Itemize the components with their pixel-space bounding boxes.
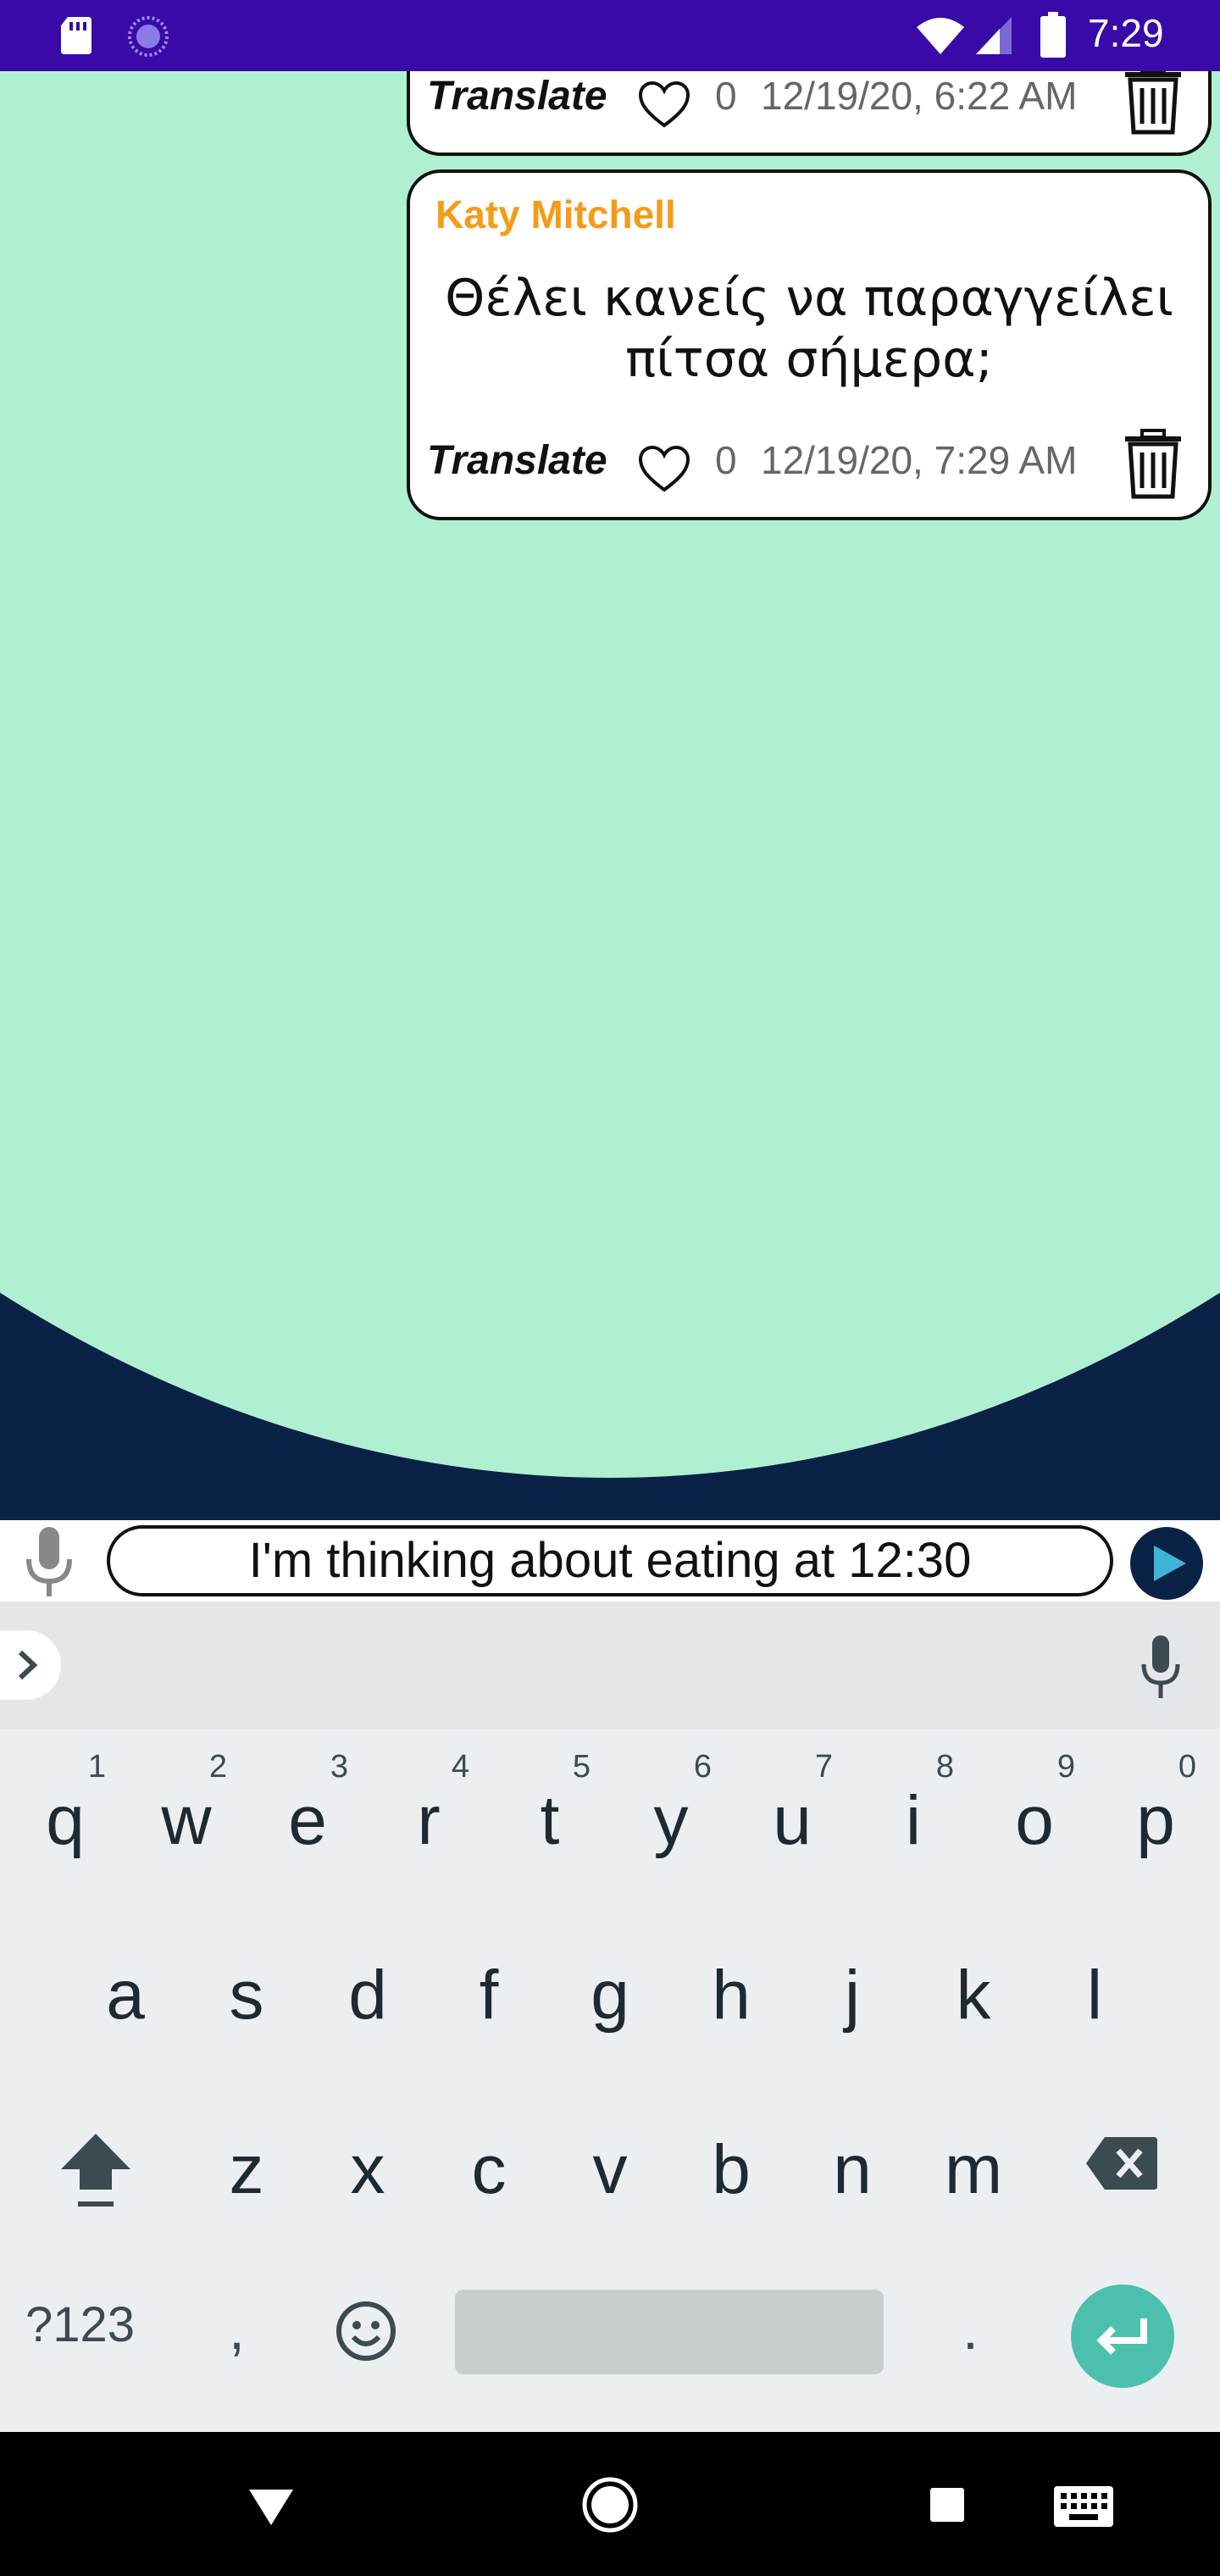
message-text: Θέλει κανείς να παραγγείλει πίτσα σήμερα… [445, 269, 1173, 389]
message-input-bar: I'm thinking about eating at 12:30 [0, 1520, 1220, 1602]
key-q[interactable]: 1q [6, 1740, 125, 1893]
key-e[interactable]: 3e [248, 1740, 367, 1893]
key-i[interactable]: 8i [854, 1740, 973, 1893]
key-l[interactable]: l [1035, 1915, 1154, 2068]
key-z[interactable]: z [187, 2090, 306, 2242]
key-d[interactable]: d [308, 1915, 427, 2068]
send-icon [1154, 1546, 1186, 1581]
recents-icon[interactable] [929, 2486, 966, 2523]
key-y[interactable]: 6y [612, 1740, 730, 1893]
key-a[interactable]: a [66, 1915, 185, 2068]
symbols-key[interactable]: ?123 [25, 2296, 135, 2353]
wifi-icon [917, 18, 964, 54]
chevron-right-icon [18, 1650, 38, 1680]
sender-name: Katy Mitchell [435, 192, 676, 236]
keyboard-switch-icon[interactable] [1052, 2484, 1115, 2529]
back-icon[interactable] [246, 2486, 297, 2529]
sd-card-icon [61, 17, 92, 54]
enter-icon [1096, 2318, 1147, 2355]
key-r[interactable]: 4r [369, 1740, 488, 1893]
key-w[interactable]: 2w [127, 1740, 246, 1893]
key-f[interactable]: f [430, 1915, 548, 2068]
key-g[interactable]: g [551, 1915, 669, 2068]
message-timestamp: 12/19/20, 7:29 AM [761, 438, 1078, 482]
backspace-icon[interactable] [1084, 2135, 1159, 2191]
mic-icon[interactable] [19, 1525, 80, 1600]
navigation-bar [0, 2432, 1220, 2576]
send-button[interactable] [1130, 1527, 1203, 1600]
key-h[interactable]: h [672, 1915, 790, 2068]
keyboard: 1q 2w 3e 4r 5t 6y 7u 8i 9o 0p a s d f g … [0, 1602, 1220, 2432]
like-count: 0 [715, 438, 737, 482]
key-c[interactable]: c [430, 2090, 548, 2242]
spinner-icon [128, 16, 169, 57]
key-m[interactable]: m [914, 2090, 1033, 2242]
key-t[interactable]: 5t [491, 1740, 609, 1893]
emoji-icon[interactable] [335, 2300, 397, 2362]
like-count: 0 [715, 74, 737, 118]
key-o[interactable]: 9o [975, 1740, 1094, 1893]
enter-button[interactable] [1071, 2285, 1174, 2388]
trash-icon[interactable] [1122, 71, 1184, 136]
signal-icon [976, 17, 1012, 54]
comma-key[interactable]: , [229, 2296, 245, 2362]
message-footer: Translate 0 12/19/20, 6:22 AM [427, 71, 1191, 137]
status-bar: 7:29 [0, 0, 1220, 71]
key-k[interactable]: k [914, 1915, 1033, 2068]
translate-button[interactable]: Translate [427, 73, 607, 119]
key-v[interactable]: v [551, 2090, 669, 2242]
message-timestamp: 12/19/20, 6:22 AM [761, 74, 1078, 118]
battery-icon [1040, 12, 1066, 58]
keyboard-mic-icon[interactable] [1135, 1634, 1186, 1702]
chat-area[interactable]: Translate 0 12/19/20, 6:22 AM Katy Mitch… [0, 71, 1220, 1520]
shift-icon[interactable] [58, 2129, 134, 2210]
clock: 7:29 [1088, 11, 1164, 55]
key-p[interactable]: 0p [1096, 1740, 1215, 1893]
message-input[interactable]: I'm thinking about eating at 12:30 [107, 1525, 1113, 1596]
key-b[interactable]: b [672, 2090, 790, 2242]
key-s[interactable]: s [187, 1915, 306, 2068]
message-bubble[interactable]: Katy Mitchell Θέλει κανείς να παραγγείλε… [407, 169, 1212, 520]
key-n[interactable]: n [793, 2090, 912, 2242]
translate-button[interactable]: Translate [427, 437, 607, 484]
home-icon[interactable] [581, 2476, 639, 2534]
period-key[interactable]: . [962, 2296, 979, 2362]
message-bubble[interactable]: Translate 0 12/19/20, 6:22 AM [407, 71, 1212, 156]
key-x[interactable]: x [308, 2090, 427, 2242]
space-bar[interactable] [455, 2290, 884, 2374]
suggestion-strip [0, 1602, 1220, 1729]
expand-button[interactable] [0, 1630, 61, 1700]
heart-icon[interactable] [637, 80, 691, 130]
heart-icon[interactable] [637, 444, 691, 495]
key-u[interactable]: 7u [733, 1740, 851, 1893]
trash-icon[interactable] [1122, 425, 1184, 500]
message-footer: Translate 0 12/19/20, 7:29 AM [427, 425, 1191, 502]
key-j[interactable]: j [793, 1915, 912, 2068]
